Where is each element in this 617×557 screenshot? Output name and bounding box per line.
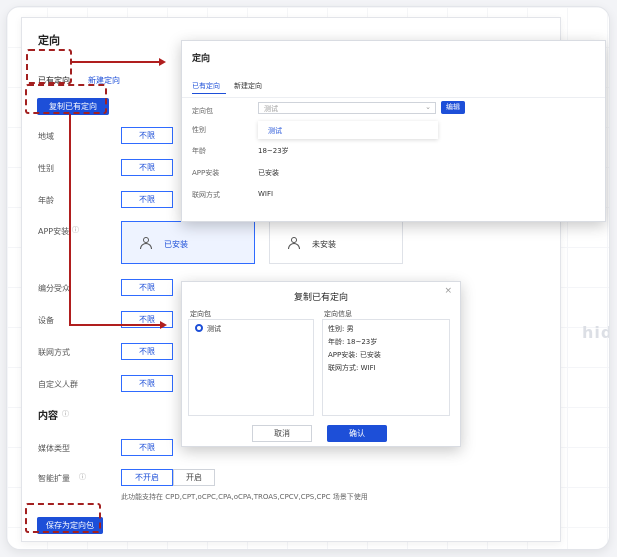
popup-row-value: 18~23岁 [258,147,289,155]
watermark: hid [582,323,609,342]
info-icon: ⓘ [79,473,86,481]
right-column-header: 定向信息 [324,310,352,318]
popup-row-label: APP安装 [192,169,220,177]
highlight-box [25,84,107,114]
popup-title: 定向 [192,54,211,64]
copy-existing-modal: 复制已有定向 × 定向包 定向信息 测试 性别: 男 年龄: 18~23岁 AP… [181,281,461,447]
info-line: 性别: 男 [328,325,354,333]
targeting-popup: 定向 已有定向 新建定向 定向包 测试 ⌄ 编辑 测试 性别 年龄 18~23岁… [181,40,606,222]
dropdown-option[interactable]: 测试 [268,126,282,136]
info-icon: ⓘ [62,410,69,418]
popup-row-value: WIFI [258,190,274,198]
popup-row-value: 已安装 [258,169,279,177]
row-label-smart-expand: 智能扩量 [38,474,70,483]
info-icon: ⓘ [72,226,79,234]
arrow-line [69,324,161,326]
row-label-network: 联网方式 [38,348,70,357]
row-label-gender: 性别 [38,164,54,173]
package-list: 测试 [188,319,314,416]
divider [182,97,605,98]
age-unlimited-option[interactable]: 不限 [121,191,173,208]
edit-button[interactable]: 编辑 [441,101,465,114]
smart-expand-off-option[interactable]: 不开启 [121,469,173,486]
popup-tab-new[interactable]: 新建定向 [234,81,262,91]
network-unlimited-option[interactable]: 不限 [121,343,173,360]
row-label-region: 地域 [38,132,54,141]
app-not-installed-label: 未安装 [312,240,336,249]
screenshot-frame: hid hid hid hid 定向 已有定向 新建定向 复制已有定向 地域 不… [6,6,610,550]
info-line: APP安装: 已安装 [328,351,381,359]
row-label-device: 设备 [38,316,54,325]
package-select[interactable]: 测试 ⌄ [258,102,436,114]
arrow-head [159,58,166,66]
highlight-box [25,503,101,533]
user-icon [140,237,152,249]
user-icon [288,237,300,249]
app-installed-card[interactable]: 已安装 [121,221,255,264]
media-type-unlimited-option[interactable]: 不限 [121,439,173,456]
package-select-value: 测试 [264,105,278,113]
chevron-down-icon: ⌄ [425,103,431,111]
modal-title: 复制已有定向 [293,293,348,303]
targeting-info-box: 性别: 男 年龄: 18~23岁 APP安装: 已安装 联网方式: WIFI [322,319,450,416]
audience-unlimited-option[interactable]: 不限 [121,279,173,296]
radio-selected[interactable] [195,324,203,332]
close-icon[interactable]: × [444,286,452,296]
feature-note: 此功能支持在 CPD,CPT,oCPC,CPA,oCPA,TROAS,CPCV,… [121,493,368,501]
package-item[interactable]: 测试 [207,324,221,334]
content-section-title: 内容 [38,411,58,422]
row-label-age: 年龄 [38,196,54,205]
region-unlimited-option[interactable]: 不限 [121,127,173,144]
confirm-button[interactable]: 确认 [327,425,387,442]
arrow-line [72,61,160,63]
app-not-installed-card[interactable]: 未安装 [269,221,403,264]
left-column-header: 定向包 [190,310,211,318]
cancel-button[interactable]: 取消 [252,425,312,442]
row-label-app-install: APP安装 [38,227,70,236]
info-line: 年龄: 18~23岁 [328,338,378,346]
popup-row-label: 年龄 [192,147,206,155]
arrow-head [160,321,167,329]
highlight-box [26,49,72,84]
popup-tab-existing[interactable]: 已有定向 [192,81,220,91]
app-installed-label: 已安装 [164,240,188,249]
gender-unlimited-option[interactable]: 不限 [121,159,173,176]
arrow-line [69,114,71,325]
row-label-media-type: 媒体类型 [38,444,70,453]
smart-expand-on-option[interactable]: 开启 [173,469,215,486]
dropdown-menu: 测试 [258,121,438,139]
package-label: 定向包 [192,107,213,115]
popup-row-label: 联网方式 [192,191,220,199]
custom-audience-unlimited-option[interactable]: 不限 [121,375,173,392]
row-label-audience: 编分受众 [38,284,70,293]
active-tab-indicator [192,93,226,94]
popup-row-label: 性别 [192,126,206,134]
section-title: 定向 [38,34,60,47]
info-line: 联网方式: WIFI [328,364,376,372]
row-label-custom-audience: 自定义人群 [38,380,78,389]
